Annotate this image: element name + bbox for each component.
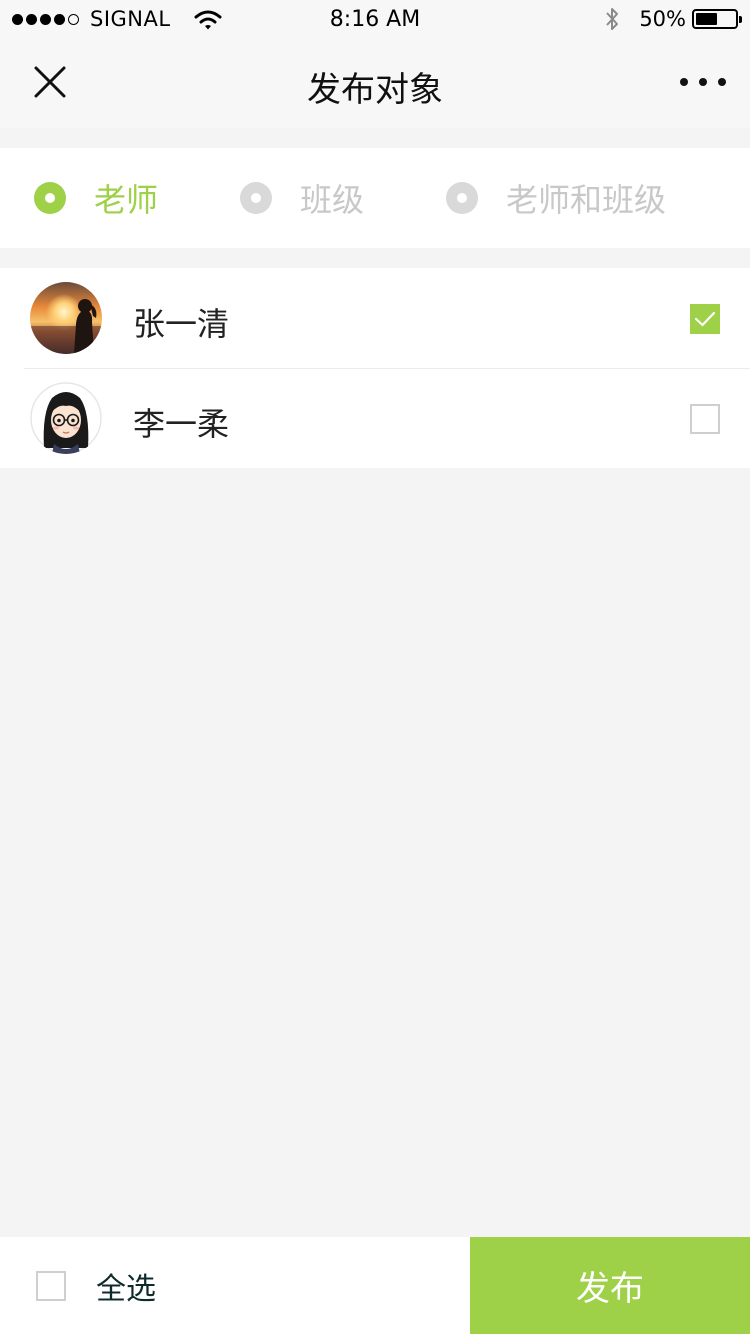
battery-icon (692, 9, 742, 29)
more-button[interactable] (676, 62, 730, 102)
status-right: 50% (603, 6, 742, 32)
sunset-photo-avatar (30, 282, 102, 354)
footer-bar: 全选 发布 (0, 1237, 750, 1334)
page-title: 发布对象 (307, 70, 443, 110)
radio-option-teacher-and-class[interactable]: 老师和班级 (446, 148, 666, 248)
select-all-label: 全选 (96, 1271, 156, 1307)
teacher-list: 张一清 李一柔 (0, 268, 750, 468)
radio-option-class[interactable]: 班级 (240, 148, 364, 248)
select-all-checkbox[interactable] (36, 1270, 66, 1301)
radio-option-teacher[interactable]: 老师 (34, 148, 158, 248)
target-type-radio-group: 老师 班级 老师和班级 (0, 148, 750, 248)
radio-label: 老师和班级 (506, 181, 667, 219)
avatar (30, 382, 102, 454)
radio-button-icon (240, 182, 272, 214)
more-icon-dot (718, 78, 726, 86)
list-item[interactable]: 李一柔 (0, 368, 750, 468)
nav-bar: 发布对象 (0, 40, 750, 128)
row-checkbox[interactable] (690, 404, 720, 434)
radio-button-icon (34, 182, 66, 214)
teacher-name: 张一清 (133, 305, 230, 343)
radio-button-icon (446, 182, 478, 214)
battery-fill (696, 13, 717, 25)
publish-button[interactable]: 发布 (470, 1237, 750, 1334)
cartoon-girl-avatar (30, 382, 102, 454)
more-icon-dot (699, 78, 707, 86)
more-icon (680, 78, 688, 86)
radio-label: 老师 (94, 181, 159, 219)
list-item[interactable]: 张一清 (0, 268, 750, 368)
avatar (30, 282, 102, 354)
status-bar: SIGNAL 8:16 AM 50% (0, 0, 750, 40)
bluetooth-icon (606, 8, 619, 30)
row-checkbox[interactable] (690, 304, 720, 334)
check-icon (694, 311, 716, 327)
radio-label: 班级 (300, 181, 365, 219)
battery-percentage: 50% (639, 7, 686, 31)
select-all-toggle[interactable]: 全选 (36, 1237, 156, 1334)
teacher-name: 李一柔 (133, 405, 230, 443)
battery-tip (739, 16, 742, 23)
